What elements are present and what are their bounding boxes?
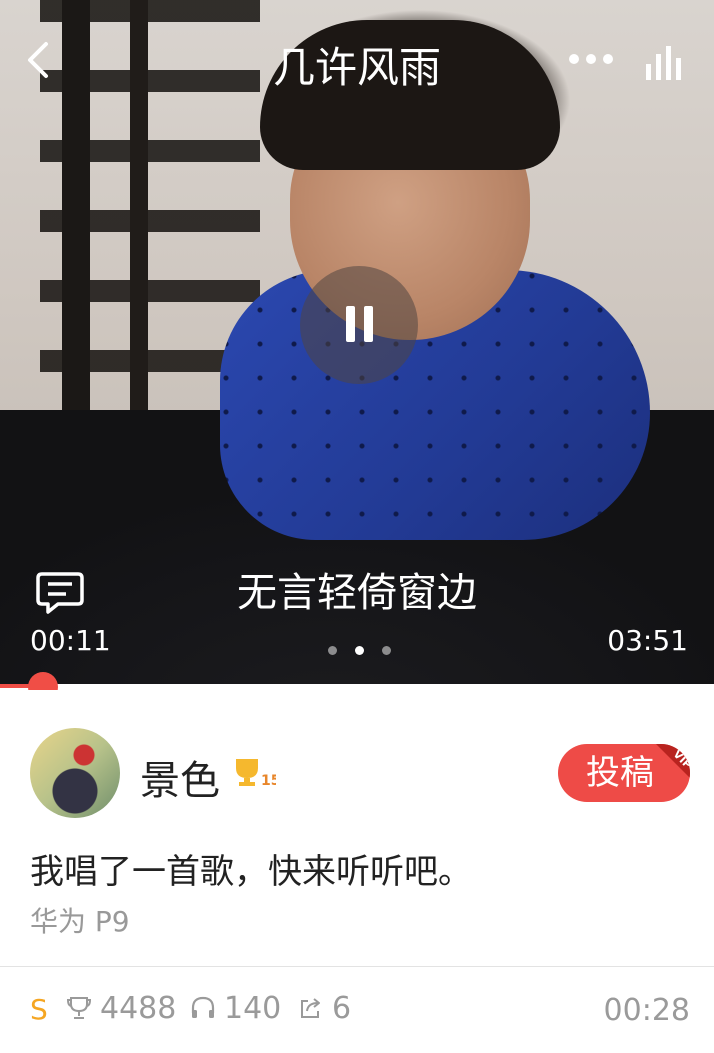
level-badge-icon: 15 (236, 759, 276, 788)
current-time: 00:11 (30, 624, 111, 657)
page-dot[interactable] (382, 646, 391, 655)
share-icon (301, 998, 320, 1018)
page-dot[interactable] (355, 646, 364, 655)
stats-bar: S 4488 140 6 00:28 (0, 966, 714, 1053)
player-cover: 几许风雨 无言轻倚窗边 00:11 03:51 (0, 0, 714, 684)
recording-duration: 00:28 (603, 993, 690, 1028)
share-count: 6 (332, 991, 352, 1026)
trophy-count: 4488 (100, 991, 177, 1026)
more-icon[interactable] (566, 44, 616, 74)
vip-ribbon-icon: VIP (656, 744, 690, 778)
post-message: 我唱了一首歌，快来听听吧。 (30, 852, 472, 892)
listen-stat[interactable]: 140 (190, 991, 281, 1026)
trophy-stat[interactable]: 4488 (66, 991, 176, 1026)
post-card: 景色 15 投稿 VIP 我唱了一首歌，快来听听吧。 华为 P9 (0, 690, 714, 966)
equalizer-icon[interactable] (644, 46, 688, 80)
page-indicator (328, 646, 392, 656)
device-name: 华为 P9 (30, 905, 130, 938)
username[interactable]: 景色 (140, 748, 220, 806)
trophy-icon (66, 997, 92, 1019)
submit-button[interactable]: 投稿 VIP (558, 744, 690, 802)
pause-button[interactable] (300, 266, 418, 384)
avatar[interactable] (30, 728, 120, 818)
level-badge-number: 15 (261, 773, 276, 788)
current-lyric: 无言轻倚窗边 (237, 570, 477, 616)
headphones-icon (191, 996, 215, 1018)
s-badge: S (30, 993, 48, 1026)
top-bar: 几许风雨 (0, 0, 714, 120)
total-time: 03:51 (607, 624, 688, 657)
page-dot[interactable] (328, 646, 337, 655)
listen-count: 140 (224, 991, 282, 1026)
share-stat[interactable]: 6 (298, 991, 351, 1026)
